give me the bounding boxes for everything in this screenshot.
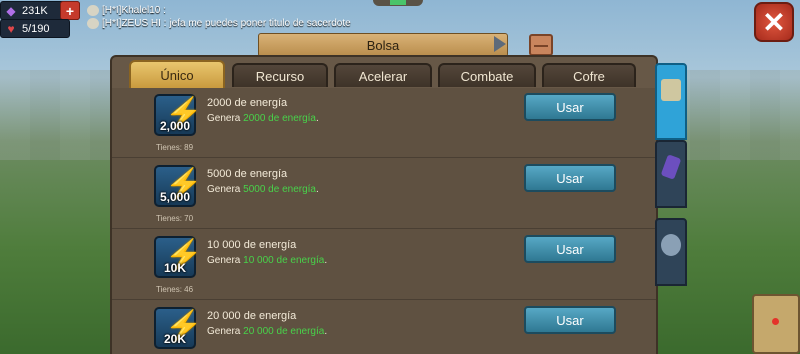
panel-title-text: Bolsa <box>366 37 400 53</box>
item-count: Tienes: 70 <box>156 214 194 223</box>
list-item: ⚡ 20K 20 000 de energía Genera 20 000 de… <box>112 301 656 354</box>
top-indicator <box>373 0 423 6</box>
desc-prefix: Genera <box>207 255 241 266</box>
desc-value: 20 000 de energía <box>243 326 325 337</box>
tab-combate[interactable]: Combate <box>438 63 536 87</box>
desc-suffix: . <box>315 113 319 124</box>
shield-icon <box>661 234 681 256</box>
chat-line: [H*I]ZEUS HI : jefa me puedes poner titu… <box>87 17 351 30</box>
crystal-icon <box>660 154 682 180</box>
plus-icon: + <box>65 2 75 19</box>
tab-label: Recurso <box>255 68 305 84</box>
energy-item-icon: ⚡ 5,000 <box>154 165 202 207</box>
heart-icon: ♥ <box>7 21 15 36</box>
tab-label: Cofre <box>573 68 605 84</box>
close-icon: ✕ <box>762 6 786 38</box>
next-arrow-icon <box>494 36 506 52</box>
chest-icon[interactable] <box>529 34 553 56</box>
desc-prefix: Genera <box>207 184 241 195</box>
map-scroll-icon <box>661 79 681 101</box>
health-counter: ♥ 5/190 <box>0 19 70 38</box>
tab-unico[interactable]: Único <box>129 60 225 88</box>
energy-item-icon: ⚡ 2,000 <box>154 94 202 136</box>
energy-item-icon: ⚡ 20K <box>154 307 202 349</box>
chat-feed[interactable]: [H*I]Khalel10 : [H*I]ZEUS HI : jefa me p… <box>87 4 351 30</box>
tab-label: Único <box>160 67 194 83</box>
use-button[interactable]: Usar <box>524 306 616 334</box>
desc-value: 10 000 de energía <box>243 255 325 266</box>
item-count: Tienes: 46 <box>156 285 194 294</box>
desc-suffix: . <box>315 184 319 195</box>
add-gems-button[interactable]: + <box>60 1 80 20</box>
tab-cofre[interactable]: Cofre <box>542 63 636 87</box>
desc-suffix: . <box>324 255 328 266</box>
gem-amount: 231K <box>22 4 48 17</box>
use-button[interactable]: Usar <box>524 164 616 192</box>
side-tab-shield[interactable] <box>655 218 687 286</box>
gem-icon: ◆ <box>6 3 16 18</box>
tab-label: Acelerar <box>358 68 408 84</box>
close-button[interactable]: ✕ <box>754 2 794 42</box>
item-description: Genera 20 000 de energía. <box>207 326 327 337</box>
side-tab-items[interactable] <box>655 63 687 140</box>
desc-prefix: Genera <box>207 326 241 337</box>
item-title: 20 000 de energía <box>207 310 297 322</box>
desc-value: 2000 de energía <box>243 113 316 124</box>
desc-suffix: . <box>324 326 328 337</box>
tab-label: Combate <box>460 68 514 84</box>
chat-sender: [H*I]ZEUS HI : <box>102 18 167 29</box>
item-amount: 10K <box>163 261 186 275</box>
notification-dot <box>772 318 779 325</box>
list-item: ⚡ 10K Tienes: 46 10 000 de energía Gener… <box>112 230 656 300</box>
use-button[interactable]: Usar <box>524 235 616 263</box>
chat-sender: [H*I]Khalel10 : <box>102 5 166 16</box>
item-amount: 5,000 <box>159 190 191 204</box>
item-description: Genera 2000 de energía. <box>207 113 319 124</box>
item-amount: 2,000 <box>159 119 191 133</box>
chat-line: [H*I]Khalel10 : <box>87 4 351 17</box>
panel-title: Bolsa <box>258 33 508 57</box>
list-item: ⚡ 5,000 Tienes: 70 5000 de energía Gener… <box>112 159 656 229</box>
chat-avatar-icon <box>87 5 99 16</box>
item-description: Genera 10 000 de energía. <box>207 255 327 266</box>
health-amount: 5/190 <box>22 22 50 35</box>
item-title: 10 000 de energía <box>207 239 297 251</box>
chat-avatar-icon <box>87 18 99 29</box>
chat-message: jefa me puedes poner titulo de sacerdote <box>169 18 351 29</box>
energy-item-icon: ⚡ 10K <box>154 236 202 278</box>
item-list[interactable]: ⚡ 2,000 Tienes: 89 2000 de energía Gener… <box>112 88 656 354</box>
item-count: Tienes: 89 <box>156 143 194 152</box>
tab-recurso[interactable]: Recurso <box>232 63 328 87</box>
desc-value: 5000 de energía <box>243 184 316 195</box>
item-title: 5000 de energía <box>207 168 288 180</box>
use-button[interactable]: Usar <box>524 93 616 121</box>
tab-acelerar[interactable]: Acelerar <box>334 63 432 87</box>
item-title: 2000 de energía <box>207 97 288 109</box>
item-description: Genera 5000 de energía. <box>207 184 319 195</box>
desc-prefix: Genera <box>207 113 241 124</box>
item-amount: 20K <box>163 332 186 346</box>
side-tab-crystals[interactable] <box>655 140 687 208</box>
list-item: ⚡ 2,000 Tienes: 89 2000 de energía Gener… <box>112 88 656 158</box>
